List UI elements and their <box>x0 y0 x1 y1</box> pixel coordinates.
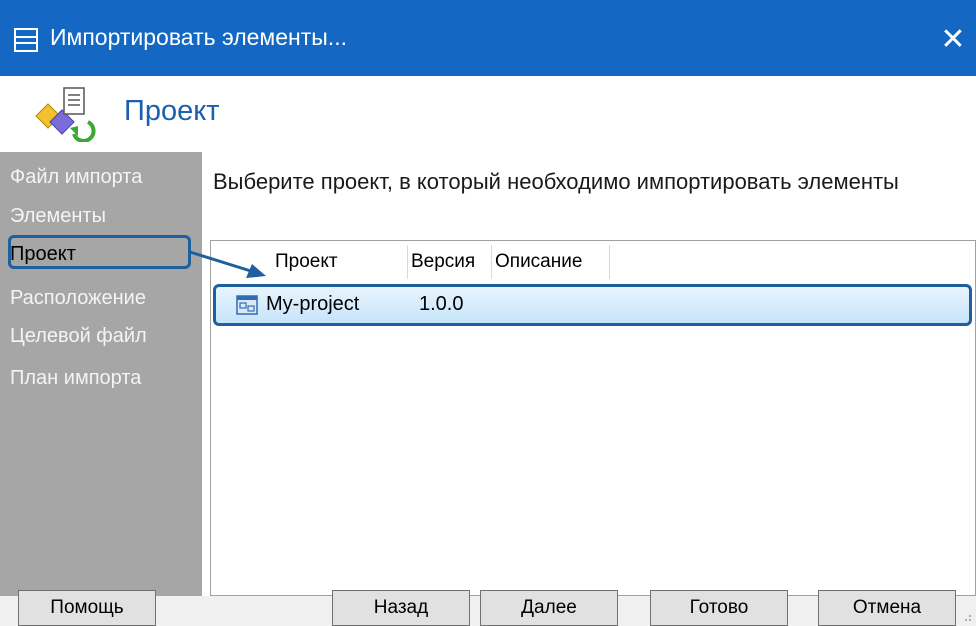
project-icon <box>236 295 258 315</box>
column-header-version[interactable]: Версия <box>411 241 475 283</box>
finish-button[interactable]: Готово <box>650 590 788 626</box>
help-button[interactable]: Помощь <box>18 590 156 626</box>
pointer-arrow <box>189 250 266 278</box>
import-wizard-icon <box>35 87 96 142</box>
title-bar: Импортировать элементы... ✕ <box>0 0 976 76</box>
close-button[interactable]: ✕ <box>930 14 976 66</box>
column-header-project[interactable]: Проект <box>275 241 338 283</box>
table-row-selected[interactable]: My-project 1.0.0 <box>213 284 972 326</box>
step-location[interactable]: Расположение <box>10 287 146 310</box>
step-elements[interactable]: Элементы <box>10 205 106 228</box>
step-import-plan[interactable]: План импорта <box>10 367 141 390</box>
instruction-text: Выберите проект, в который необходимо им… <box>213 169 899 194</box>
column-separator <box>609 245 610 279</box>
page-title: Проект <box>124 95 220 127</box>
resize-grip-icon[interactable] <box>962 612 972 622</box>
next-button[interactable]: Далее <box>480 590 618 626</box>
close-icon: ✕ <box>940 23 966 56</box>
column-separator <box>491 245 492 279</box>
step-target-file[interactable]: Целевой файл <box>10 325 147 348</box>
column-header-description[interactable]: Описание <box>495 241 582 283</box>
step-import-file[interactable]: Файл импорта <box>10 166 142 189</box>
cancel-button[interactable]: Отмена <box>818 590 956 626</box>
window-title: Импортировать элементы... <box>50 24 347 50</box>
project-name-cell: My-project <box>266 293 360 315</box>
active-step-highlight <box>8 235 191 269</box>
project-version-cell: 1.0.0 <box>419 293 464 315</box>
column-separator <box>407 245 408 279</box>
back-button[interactable]: Назад <box>332 590 470 626</box>
window-icon <box>14 28 38 52</box>
